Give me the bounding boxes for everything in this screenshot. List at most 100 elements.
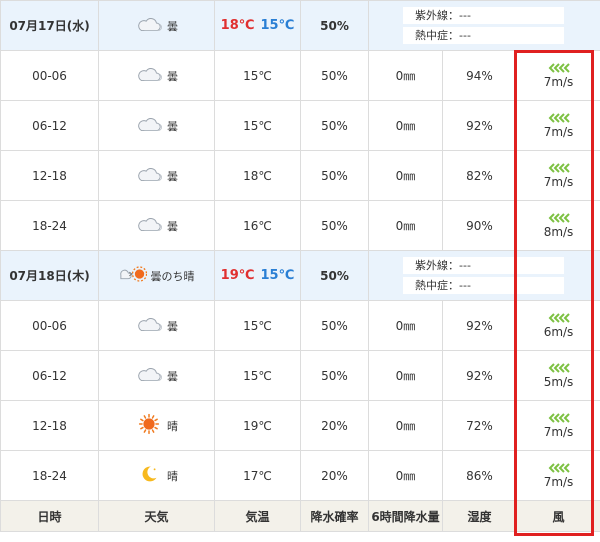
wind-speed: 7m/s (543, 124, 574, 139)
time-range: 12-18 (0, 400, 99, 451)
hour-precip-probability: 20% (300, 450, 369, 501)
wind-speed: 6m/s (543, 324, 574, 339)
wind-direction-icon (548, 162, 570, 173)
cloud-icon (135, 363, 163, 388)
hour-weather-label: 曇 (167, 119, 178, 133)
day-date: 07月18日(木) (0, 250, 99, 301)
temp-high: 19℃ (220, 268, 255, 283)
wind-direction-icon (548, 212, 570, 223)
hour-temperature: 17℃ (214, 450, 301, 501)
day-temperature: 18℃ 15℃ (214, 0, 301, 51)
hour-wind: 7m/s (516, 450, 600, 501)
moon-icon (135, 463, 163, 488)
heatstroke-index: 熱中症：--- (403, 277, 564, 294)
hour-humidity: 92% (442, 300, 517, 351)
day-temperature: 19℃ 15℃ (214, 250, 301, 301)
wind-direction-icon (548, 112, 570, 123)
time-range: 06-12 (0, 100, 99, 151)
header-humidity: 湿度 (442, 500, 517, 532)
hourly-row: 00-06 曇 15℃ 50% 0㎜ 92% 6m/s (0, 300, 600, 351)
hour-precip-probability: 50% (300, 100, 369, 151)
hour-humidity: 92% (442, 100, 517, 151)
hour-weather-label: 曇 (167, 319, 178, 333)
hour-humidity: 92% (442, 350, 517, 401)
cloud-icon (135, 63, 163, 88)
wind-speed: 8m/s (543, 224, 574, 239)
weather-forecast-table: 07月17日(水) 曇 18℃ 15℃ 50% 紫外線：--- 熱中症：--- 00-06 曇 1… (0, 0, 600, 532)
time-range: 18-24 (0, 200, 99, 251)
uv-index: 紫外線：--- (403, 257, 564, 274)
hour-precip-probability: 50% (300, 50, 369, 101)
hour-humidity: 82% (442, 150, 517, 201)
hour-weather: 曇 (98, 350, 215, 401)
hourly-row: 18-24 晴 17℃ 20% 0㎜ 86% 7m/s (0, 450, 600, 501)
hour-humidity: 72% (442, 400, 517, 451)
hour-rainfall: 0㎜ (368, 100, 443, 151)
hour-humidity: 86% (442, 450, 517, 501)
hourly-row: 18-24 曇 16℃ 50% 0㎜ 90% 8m/s (0, 200, 600, 251)
hour-wind: 7m/s (516, 400, 600, 451)
time-range: 18-24 (0, 450, 99, 501)
header-temperature: 気温 (214, 500, 301, 532)
hour-weather: 曇 (98, 300, 215, 351)
day-date: 07月17日(水) (0, 0, 99, 51)
cloud-icon (135, 213, 163, 238)
wind-direction-icon (548, 412, 570, 423)
time-range: 12-18 (0, 150, 99, 201)
hour-weather-label: 晴 (167, 469, 178, 483)
column-header-row: 日時 天気 気温 降水確率 6時間降水量 湿度風 (0, 500, 600, 532)
hour-wind: 6m/s (516, 300, 600, 351)
hour-weather: 曇 (98, 200, 215, 251)
hour-weather: 晴 (98, 450, 215, 501)
hour-temperature: 16℃ (214, 200, 301, 251)
wind-speed: 7m/s (543, 474, 574, 489)
hour-rainfall: 0㎜ (368, 200, 443, 251)
header-wind: 風 (516, 500, 600, 532)
hour-humidity: 94% (442, 50, 517, 101)
hour-wind: 7m/s (516, 100, 600, 151)
wind-speed: 5m/s (543, 374, 574, 389)
hour-weather: 曇 (98, 50, 215, 101)
hourly-row: 00-06 曇 15℃ 50% 0㎜ 94% 7m/s (0, 50, 600, 101)
hour-weather: 曇 (98, 100, 215, 151)
hour-wind: 7m/s (516, 150, 600, 201)
wind-direction-icon (548, 462, 570, 473)
day-info: 紫外線：--- 熱中症：--- (368, 0, 600, 51)
forecast-body: 07月17日(水) 曇 18℃ 15℃ 50% 紫外線：--- 熱中症：--- 00-06 曇 1… (0, 0, 600, 532)
hour-precip-probability: 50% (300, 200, 369, 251)
day-precip-probability: 50% (300, 0, 369, 51)
temp-low: 15℃ (260, 18, 295, 33)
heatstroke-index: 熱中症：--- (403, 27, 564, 44)
cloud-icon (135, 13, 163, 38)
header-weather: 天気 (98, 500, 215, 532)
wind-speed: 7m/s (543, 74, 574, 89)
hour-weather: 晴 (98, 400, 215, 451)
header-rainfall: 6時間降水量 (368, 500, 443, 532)
cloud-icon (135, 113, 163, 138)
hour-rainfall: 0㎜ (368, 450, 443, 501)
wind-direction-icon (548, 312, 570, 323)
wind-speed: 7m/s (543, 174, 574, 189)
day-weather-label: 曇 (167, 19, 178, 33)
time-range: 06-12 (0, 350, 99, 401)
hour-rainfall: 0㎜ (368, 400, 443, 451)
header-date: 日時 (0, 500, 99, 532)
hour-temperature: 15℃ (214, 100, 301, 151)
day-summary-row: 07月18日(木) 曇のち晴 19℃ 15℃ 50% 紫外線：--- 熱中症：--- (0, 250, 600, 301)
cloud-icon (135, 313, 163, 338)
temp-high: 18℃ (220, 18, 255, 33)
header-precip-probability: 降水確率 (300, 500, 369, 532)
hour-temperature: 15℃ (214, 50, 301, 101)
hour-weather: 曇 (98, 150, 215, 201)
hour-precip-probability: 50% (300, 150, 369, 201)
time-range: 00-06 (0, 50, 99, 101)
hour-temperature: 19℃ (214, 400, 301, 451)
hour-temperature: 15℃ (214, 350, 301, 401)
hour-weather-label: 曇 (167, 369, 178, 383)
day-info: 紫外線：--- 熱中症：--- (368, 250, 600, 301)
cloud-then-sun-icon (119, 263, 147, 288)
hour-precip-probability: 50% (300, 350, 369, 401)
hour-weather-label: 晴 (167, 419, 178, 433)
hour-wind: 8m/s (516, 200, 600, 251)
wind-direction-icon (548, 62, 570, 73)
